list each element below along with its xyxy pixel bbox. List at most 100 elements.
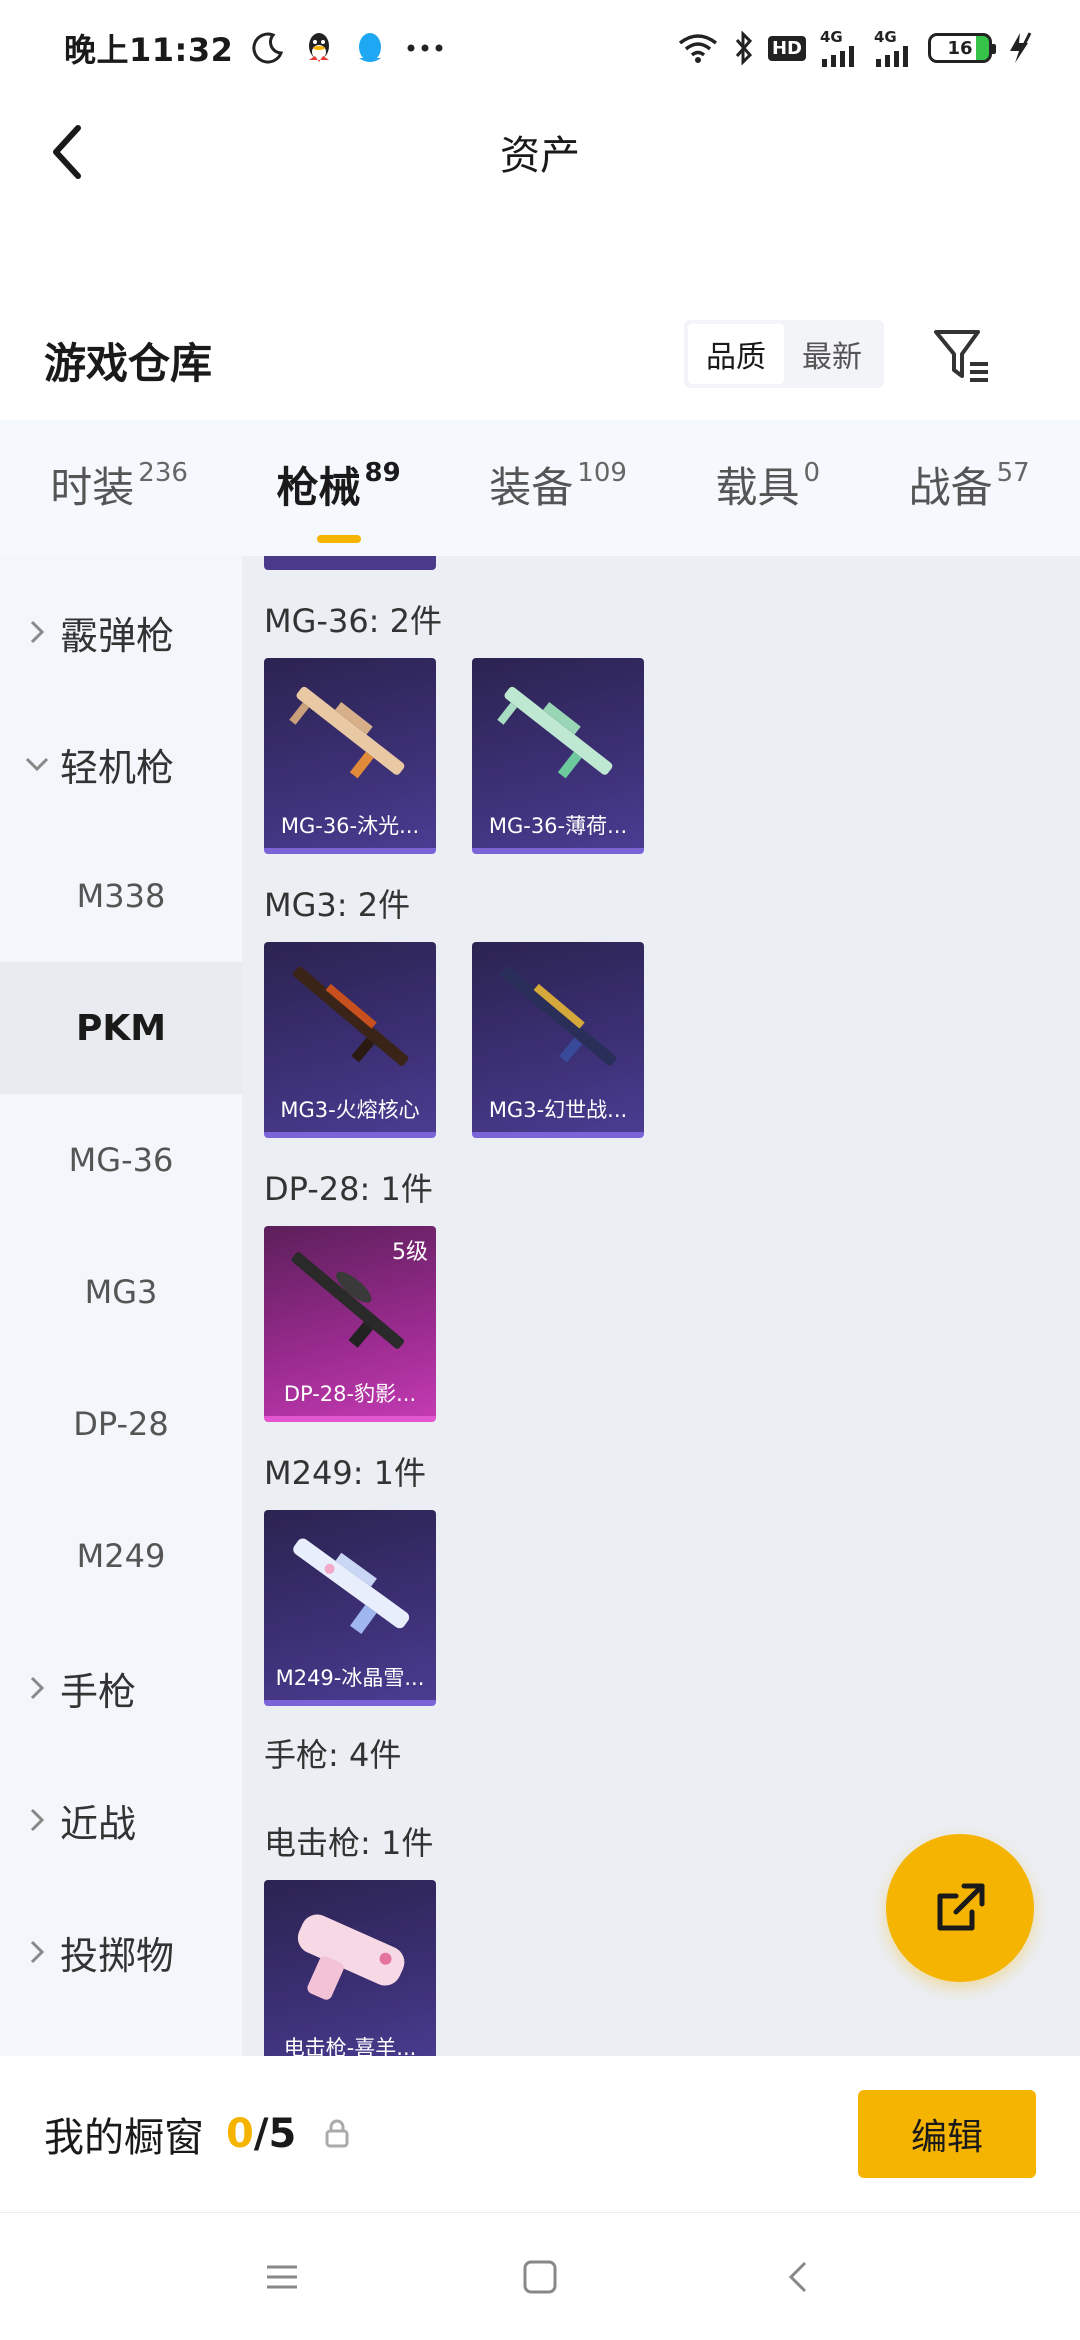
section-title: 游戏仓库 bbox=[44, 338, 213, 388]
share-export-icon bbox=[937, 1883, 985, 1931]
status-bar: 晚上11:32 HD 4G 4G 16 bbox=[0, 0, 1080, 96]
tab-label: 时装 bbox=[50, 463, 135, 512]
category-tab-bar: 时装 236 枪械 89 装备 109 载具 0 战备 57 bbox=[0, 420, 1080, 556]
sort-toggle: 品质 最新 bbox=[684, 320, 884, 388]
weapon-card[interactable]: M249-冰晶雪... bbox=[264, 1510, 436, 1706]
qq-icon bbox=[303, 30, 335, 66]
sort-quality-button[interactable]: 品质 bbox=[688, 324, 784, 384]
lock-icon bbox=[324, 2119, 350, 2149]
status-left: 晚上11:32 bbox=[64, 25, 445, 71]
sidebar-item-mg3[interactable]: MG3 bbox=[0, 1226, 242, 1358]
home-icon bbox=[523, 2260, 557, 2293]
chevron-right-icon bbox=[22, 1807, 52, 1833]
group-label: 电击枪: 1件 bbox=[264, 1824, 434, 1862]
chevron-down-icon bbox=[22, 756, 52, 772]
weapon-card-label: MG3-火熔核心 bbox=[280, 1098, 420, 1122]
showcase-label: 我的橱窗 bbox=[44, 2115, 204, 2161]
sidebar-item-throwable[interactable]: 投掷物 bbox=[0, 1886, 242, 2018]
weapon-card[interactable]: 电击枪-喜羊... bbox=[264, 1880, 436, 2056]
section-header: 游戏仓库 品质 最新 bbox=[0, 300, 1080, 420]
weapon-card[interactable]: MG3-幻世战... bbox=[472, 942, 644, 1138]
group-label: MG3: 2件 bbox=[264, 886, 411, 924]
charging-icon bbox=[1006, 31, 1036, 65]
sidebar-item-lmg[interactable]: 轻机枪 bbox=[0, 698, 242, 830]
weapon-card-label: M249-冰晶雪... bbox=[275, 1666, 425, 1690]
weapon-image bbox=[497, 686, 613, 779]
group-label: 手枪: 4件 bbox=[264, 1736, 402, 1774]
menu-icon bbox=[267, 2265, 297, 2288]
page-title: 资产 bbox=[500, 133, 580, 179]
nav-header: 资产 bbox=[0, 96, 1080, 208]
tab-label: 载具 bbox=[715, 463, 800, 512]
sidebar-item-shotgun[interactable]: 霰弹枪 bbox=[0, 566, 242, 698]
bluetooth-icon bbox=[734, 31, 754, 65]
showcase-bar: 我的橱窗 0/5 编辑 bbox=[0, 2056, 1080, 2212]
sidebar-item-mg36[interactable]: MG-36 bbox=[0, 1094, 242, 1226]
home-button[interactable] bbox=[516, 2253, 564, 2301]
sidebar-item-label: 轻机枪 bbox=[60, 745, 175, 790]
showcase-separator: / bbox=[253, 2111, 269, 2157]
menu-button[interactable] bbox=[258, 2253, 306, 2301]
chevron-right-icon bbox=[22, 619, 52, 645]
tab-label: 战备 bbox=[908, 463, 993, 512]
showcase-count: 0/5 bbox=[226, 2111, 296, 2157]
signal-icon: 4G bbox=[820, 27, 860, 67]
sidebar-item-label: 手枪 bbox=[60, 1669, 137, 1714]
tab-firearms[interactable]: 枪械 89 bbox=[276, 453, 401, 543]
signal-icon: 4G bbox=[874, 27, 914, 67]
sidebar-item-pistol[interactable]: 手枪 bbox=[0, 1622, 242, 1754]
sidebar-item-pkm[interactable]: PKM bbox=[0, 962, 242, 1094]
weapon-image bbox=[293, 1538, 410, 1635]
wifi-icon bbox=[676, 31, 720, 65]
tab-label: 枪械 bbox=[276, 463, 361, 512]
tab-count: 57 bbox=[996, 458, 1030, 488]
weapon-card-label: MG-36-沐光... bbox=[280, 814, 420, 838]
tab-supplies[interactable]: 战备 57 bbox=[909, 453, 1030, 523]
weapon-grid[interactable]: MG-36: 2件 MG-36-沐光... MG-36-薄荷... MG3: 2… bbox=[242, 556, 1080, 2056]
back-icon bbox=[788, 2261, 807, 2292]
group-label: MG-36: 2件 bbox=[264, 602, 442, 640]
item-card-partial[interactable] bbox=[264, 556, 436, 570]
tab-vehicles[interactable]: 载具 0 bbox=[715, 453, 820, 523]
sidebar-item-label: 投掷物 bbox=[60, 1933, 175, 1978]
net-label: 4G bbox=[874, 27, 897, 46]
sidebar-item-label: 近战 bbox=[60, 1801, 137, 1846]
filter-button[interactable] bbox=[926, 320, 996, 390]
edit-button[interactable]: 编辑 bbox=[858, 2090, 1036, 2178]
weapon-card[interactable]: 5级 DP-28-豹影... bbox=[264, 1226, 436, 1422]
sidebar-item-m338[interactable]: M338 bbox=[0, 830, 242, 962]
showcase-current: 0 bbox=[226, 2111, 254, 2157]
sort-newest-button[interactable]: 最新 bbox=[784, 324, 880, 384]
tab-count: 236 bbox=[138, 458, 188, 488]
back-chevron-icon bbox=[53, 125, 81, 179]
chevron-right-icon bbox=[22, 1939, 52, 1965]
battery-indicator: 16 bbox=[928, 33, 996, 63]
weapon-card-label: MG-36-薄荷... bbox=[488, 814, 628, 838]
weapon-card-label: DP-28-豹影... bbox=[283, 1382, 417, 1406]
weapon-card-label: MG3-幻世战... bbox=[488, 1098, 628, 1122]
weapon-card[interactable]: MG3-火熔核心 bbox=[264, 942, 436, 1138]
moon-icon bbox=[251, 31, 285, 65]
group-label: DP-28: 1件 bbox=[264, 1170, 433, 1208]
tab-count: 89 bbox=[364, 458, 401, 488]
net-label: 4G bbox=[820, 27, 843, 46]
back-button[interactable] bbox=[30, 116, 102, 188]
sidebar-item-melee[interactable]: 近战 bbox=[0, 1754, 242, 1886]
status-right: HD 4G 4G 16 bbox=[676, 27, 1036, 67]
sidebar-item-dp28[interactable]: DP-28 bbox=[0, 1358, 242, 1490]
weapon-type-sidebar: 霰弹枪 轻机枪 M338 PKM MG-36 MG3 DP-28 M249 手枪… bbox=[0, 556, 242, 2056]
chevron-right-icon bbox=[22, 1675, 52, 1701]
system-back-button[interactable] bbox=[774, 2253, 822, 2301]
sidebar-item-m249[interactable]: M249 bbox=[0, 1490, 242, 1622]
weapon-card[interactable]: MG-36-薄荷... bbox=[472, 658, 644, 854]
hd-badge: HD bbox=[767, 35, 806, 61]
weapon-card-label: 电击枪-喜羊... bbox=[283, 2036, 417, 2056]
tab-equipment[interactable]: 装备 109 bbox=[489, 453, 627, 523]
status-time: 晚上11:32 bbox=[64, 31, 234, 69]
battery-level: 16 bbox=[947, 37, 973, 59]
weapon-card[interactable]: MG-36-沐光... bbox=[264, 658, 436, 854]
weapon-image bbox=[297, 1914, 405, 2000]
group-label: M249: 1件 bbox=[264, 1454, 427, 1492]
share-fab-button[interactable] bbox=[886, 1834, 1034, 1982]
tab-fashion[interactable]: 时装 236 bbox=[50, 453, 188, 523]
